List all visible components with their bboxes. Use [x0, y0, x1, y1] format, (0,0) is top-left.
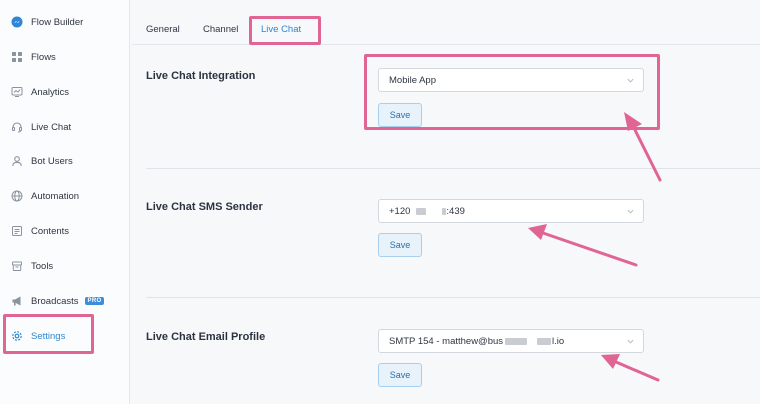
section-title-live-chat-email-profile: Live Chat Email Profile	[146, 331, 266, 343]
tab-channel[interactable]: Channel	[203, 24, 238, 35]
section-title-live-chat-integration: Live Chat Integration	[146, 70, 256, 82]
tab-general[interactable]: General	[146, 24, 180, 35]
chevron-down-icon	[627, 78, 634, 83]
pro-badge: PRO	[84, 297, 105, 305]
save-button[interactable]: Save	[378, 363, 422, 387]
email-profile-select[interactable]: SMTP 154 - matthew@bus l.io	[378, 329, 644, 353]
select-value-suffix: l.io	[552, 335, 565, 347]
sidebar-item-label: Broadcasts	[31, 295, 79, 307]
sidebar-item-label: Flows	[31, 51, 56, 63]
sidebar-item-label: Automation	[31, 190, 80, 202]
sidebar-item-flows[interactable]: Flows	[10, 47, 56, 67]
sidebar-item-label: Bot Users	[31, 155, 73, 167]
sidebar: Flow Builder Flows Analytics Live Chat B…	[0, 0, 130, 404]
select-value-prefix: SMTP 154 - matthew@bus	[389, 335, 504, 347]
select-value-suffix: :439	[446, 205, 465, 217]
sidebar-item-automation[interactable]: Automation	[10, 186, 79, 206]
box-icon	[10, 260, 23, 273]
sidebar-item-settings[interactable]: Settings	[10, 326, 65, 346]
select-value-prefix: +120	[389, 205, 411, 217]
active-tab-underline	[258, 42, 300, 44]
sidebar-item-analytics[interactable]: Analytics	[10, 82, 69, 102]
sidebar-item-label: Contents	[31, 225, 70, 237]
user-icon	[10, 155, 23, 168]
headset-icon	[10, 121, 23, 134]
sidebar-item-flow-builder[interactable]: Flow Builder	[10, 12, 83, 32]
sms-sender-select[interactable]: +120 :439	[378, 199, 644, 223]
sidebar-item-label: Settings	[31, 330, 66, 342]
sidebar-item-contents[interactable]: Contents	[10, 221, 69, 241]
sidebar-item-live-chat[interactable]: Live Chat	[10, 117, 71, 137]
redacted-block	[505, 337, 528, 345]
grid-icon	[10, 51, 23, 64]
megaphone-icon	[10, 295, 23, 308]
sidebar-item-label: Live Chat	[31, 121, 72, 133]
redacted-block	[537, 337, 552, 345]
gear-icon	[10, 330, 23, 343]
section-divider	[146, 168, 760, 169]
chevron-down-icon	[627, 209, 634, 214]
integration-select[interactable]: Mobile App	[378, 68, 644, 92]
redacted-block	[416, 207, 427, 215]
globe-icon	[10, 190, 23, 203]
tab-bar	[132, 0, 760, 45]
sidebar-item-bot-users[interactable]: Bot Users	[10, 151, 73, 171]
sidebar-item-broadcasts[interactable]: Broadcasts PRO	[10, 291, 105, 311]
arrow-annotation	[624, 112, 662, 182]
sidebar-item-label: Tools	[31, 260, 54, 272]
arrow-annotation	[601, 354, 660, 382]
sidebar-item-tools[interactable]: Tools	[10, 256, 53, 276]
arrow-annotation	[528, 224, 638, 267]
tab-live-chat[interactable]: Live Chat	[261, 24, 301, 35]
chart-icon	[10, 86, 23, 99]
select-value: Mobile App	[389, 74, 437, 86]
sidebar-item-label: Flow Builder	[31, 16, 84, 28]
sidebar-item-label: Analytics	[31, 86, 70, 98]
document-icon	[10, 225, 23, 238]
section-title-live-chat-sms-sender: Live Chat SMS Sender	[146, 201, 263, 213]
messenger-icon	[10, 16, 23, 29]
save-button[interactable]: Save	[378, 103, 422, 127]
save-button[interactable]: Save	[378, 233, 422, 257]
chevron-down-icon	[627, 339, 634, 344]
section-divider	[146, 297, 760, 298]
